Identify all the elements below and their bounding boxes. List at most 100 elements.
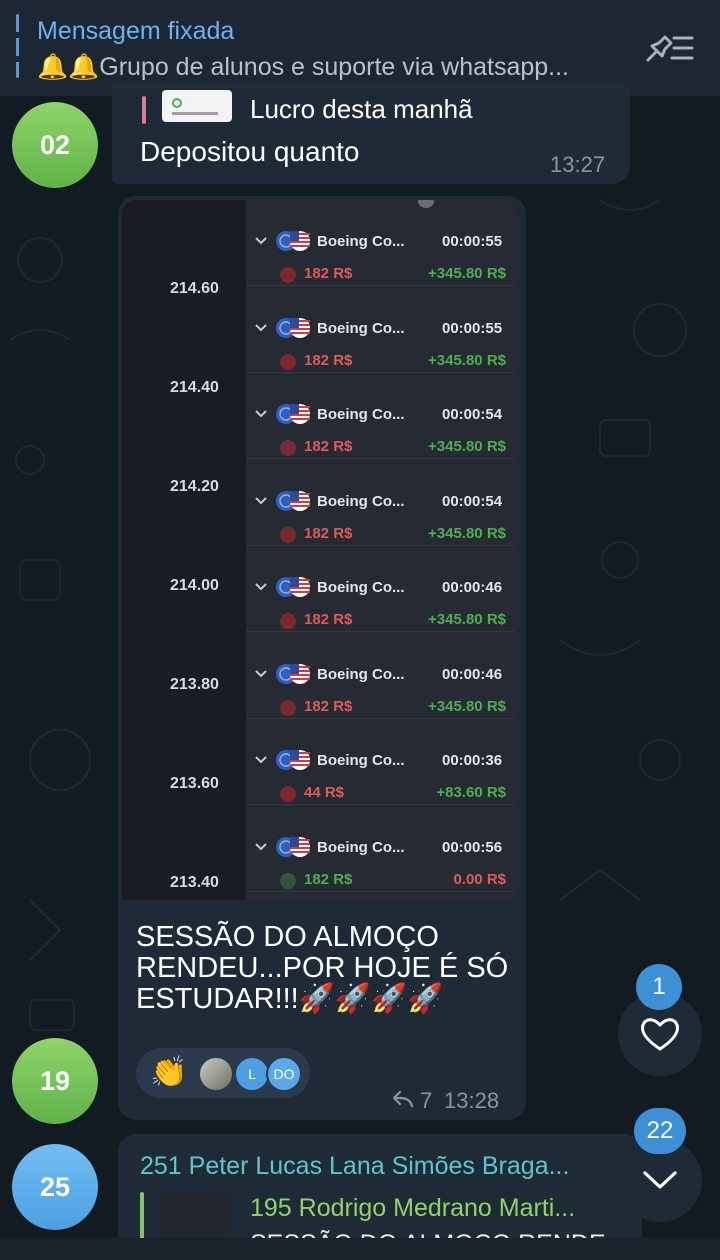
trade-duration: 00:00:55 — [442, 319, 503, 337]
trade-amount: 44 R$ — [304, 784, 345, 801]
reactor-avatar — [198, 1056, 234, 1092]
avatar[interactable]: 02 — [12, 102, 98, 188]
trade-profit: +345.80 R$ — [428, 524, 506, 542]
trade-screenshot[interactable]: 214.60 214.40 214.20 214.00 213.80 213.6… — [122, 200, 518, 900]
chevron-down-icon[interactable] — [254, 234, 268, 248]
arrow-down-icon — [280, 353, 296, 370]
trade-asset: Boeing Co... — [317, 492, 405, 510]
asset-flag-icon — [276, 317, 312, 339]
trade-duration: 00:00:54 — [442, 492, 503, 510]
price-label: 214.60 — [170, 280, 219, 297]
trade-profit: +83.60 R$ — [436, 784, 506, 801]
chevron-down-icon[interactable] — [254, 407, 268, 421]
arrow-down-icon — [280, 786, 296, 802]
reply-text[interactable]: Lucro desta manhã — [250, 94, 473, 125]
trade-amount: 182 R$ — [304, 611, 353, 628]
trade-asset: Boeing Co... — [317, 752, 405, 769]
trade-duration: 00:00:46 — [442, 665, 503, 683]
trade-duration: 00:00:36 — [442, 752, 503, 769]
reaction-count-badge: 1 — [636, 964, 682, 1010]
trade-profit: +345.80 R$ — [428, 265, 506, 282]
message-time: 13:28 — [444, 1088, 500, 1113]
trade-duration: 00:00:56 — [442, 838, 503, 856]
asset-flag-icon — [276, 749, 312, 771]
trade-row[interactable]: Boeing Co... 00:00:55 182 R$ +345.80 R$ — [246, 200, 514, 286]
chevron-down-icon[interactable] — [254, 667, 268, 681]
price-label: 213.60 — [170, 775, 219, 792]
arrow-down-icon — [280, 699, 296, 716]
trade-row[interactable]: Boeing Co... 00:00:55 182 R$ +345.80 R$ — [246, 287, 514, 373]
trade-row[interactable]: Boeing Co... 00:00:54 182 R$ +345.80 R$ — [246, 460, 514, 546]
avatar[interactable]: 19 — [12, 1038, 98, 1124]
trade-row[interactable]: Boeing Co... 00:00:56 182 R$ 0.00 R$ — [246, 806, 514, 892]
chevron-down-icon[interactable] — [254, 494, 268, 508]
trade-duration: 00:00:55 — [442, 233, 503, 250]
trade-profit: +345.80 R$ — [428, 611, 506, 628]
trade-duration: 00:00:46 — [442, 579, 503, 596]
trade-profit: +345.80 R$ — [428, 438, 506, 455]
price-label: 213.80 — [170, 676, 219, 693]
trade-asset: Boeing Co... — [317, 579, 405, 596]
arrow-up-icon — [280, 872, 296, 889]
arrow-down-icon — [280, 613, 296, 629]
trade-amount: 182 R$ — [304, 524, 353, 542]
pin-list-icon[interactable] — [642, 30, 696, 66]
arrow-down-icon — [280, 267, 296, 283]
price-label: 214.40 — [170, 379, 219, 396]
reactions-bar[interactable]: 👏 L DO — [136, 1048, 310, 1098]
avatar[interactable]: 25 — [12, 1144, 98, 1230]
asset-flag-icon — [276, 230, 312, 252]
quote-sender[interactable]: 195 Rodrigo Medrano Marti... — [250, 1194, 620, 1223]
trade-row[interactable]: Boeing Co... 00:00:46 182 R$ +345.80 R$ — [246, 633, 514, 719]
quote-thumbnail — [160, 1192, 230, 1238]
arrow-down-icon — [280, 526, 296, 543]
chevron-down-icon — [643, 1171, 677, 1189]
trade-profit: +345.80 R$ — [428, 697, 506, 715]
trades-list: Boeing Co... 00:00:55 182 R$ +345.80 R$ Boei… — [246, 200, 518, 900]
trade-amount: 182 R$ — [304, 351, 353, 369]
trade-asset: Boeing Co... — [317, 233, 405, 250]
chevron-down-icon[interactable] — [254, 321, 268, 335]
reply-indicator — [142, 96, 146, 124]
price-axis: 214.60 214.40 214.20 214.00 213.80 213.6… — [122, 200, 246, 900]
asset-flag-icon — [276, 403, 312, 425]
asset-flag-icon — [276, 836, 312, 858]
chevron-down-icon[interactable] — [254, 753, 268, 767]
trade-asset: Boeing Co... — [317, 406, 405, 423]
message-bubble[interactable]: 214.60 214.40 214.20 214.00 213.80 213.6… — [118, 196, 526, 1120]
forward-icon — [392, 1090, 414, 1108]
pinned-text: 🔔🔔Grupo de alunos e suporte via whatsapp… — [37, 53, 569, 81]
trade-asset: Boeing Co... — [317, 319, 405, 337]
price-label: 213.40 — [170, 874, 219, 891]
trade-row[interactable]: Boeing Co... 00:00:54 182 R$ +345.80 R$ — [246, 373, 514, 459]
asset-flag-icon — [276, 576, 312, 598]
trade-asset: Boeing Co... — [317, 838, 405, 856]
price-label: 214.00 — [170, 577, 219, 594]
forward-count: 7 — [420, 1088, 433, 1113]
trade-row[interactable]: Boeing Co... 00:00:46 182 R$ +345.80 R$ — [246, 546, 514, 632]
trade-amount: 182 R$ — [304, 697, 353, 715]
pinned-indicator — [16, 14, 19, 78]
price-label: 214.20 — [170, 478, 219, 495]
reply-thumbnail — [162, 90, 232, 122]
heart-icon — [641, 1018, 679, 1051]
trade-profit: +345.80 R$ — [428, 351, 506, 369]
message-text: SESSÃO DO ALMOÇO RENDEU...POR HOJE É SÓ … — [136, 921, 509, 1015]
reactor-avatar: L — [234, 1056, 270, 1092]
trade-amount: 182 R$ — [304, 265, 353, 282]
message-bubble[interactable]: Lucro desta manhã Depositou quanto 13:27 — [112, 82, 630, 184]
unread-count-badge: 22 — [634, 1108, 686, 1154]
bottom-edge — [0, 1238, 720, 1260]
clap-reaction[interactable]: 👏 — [150, 1055, 187, 1090]
chevron-down-icon[interactable] — [254, 580, 268, 594]
trade-row[interactable]: Boeing Co... 00:00:36 44 R$ +83.60 R$ — [246, 719, 514, 805]
chevron-down-icon[interactable] — [254, 840, 268, 854]
sender-name[interactable]: 251 Peter Lucas Lana Simões Braga... — [140, 1152, 620, 1181]
message-time: 13:27 — [550, 152, 606, 177]
message-text: Depositou quanto — [140, 136, 360, 167]
reactor-avatar: DO — [266, 1056, 302, 1092]
trade-amount: 182 R$ — [304, 870, 353, 888]
asset-flag-icon — [276, 663, 312, 685]
trade-profit: 0.00 R$ — [453, 870, 506, 888]
arrow-down-icon — [280, 440, 296, 456]
